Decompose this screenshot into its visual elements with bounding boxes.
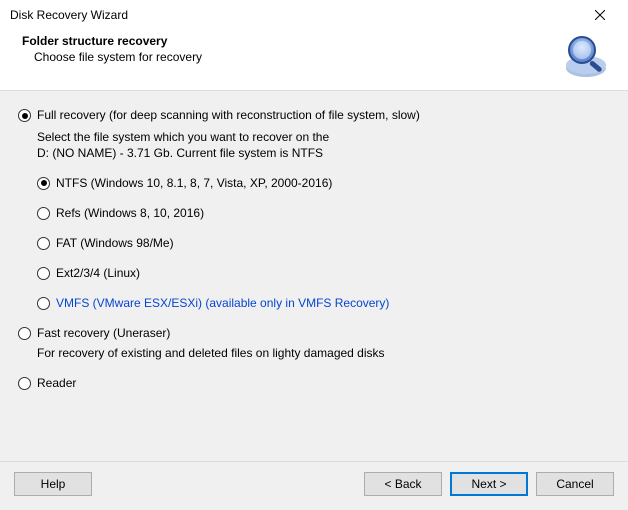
header-subtitle: Choose file system for recovery — [34, 50, 562, 64]
content-area: Full recovery (for deep scanning with re… — [0, 91, 628, 461]
wizard-header: Folder structure recovery Choose file sy… — [0, 30, 628, 90]
fs-fat-label: FAT (Windows 98/Me) — [56, 235, 174, 251]
filesystem-group: NTFS (Windows 10, 8.1, 8, 7, Vista, XP, … — [37, 175, 610, 311]
wizard-window: Disk Recovery Wizard Folder structure re… — [0, 0, 628, 510]
radio-icon — [18, 377, 31, 390]
radio-icon — [37, 297, 50, 310]
close-icon — [595, 10, 605, 20]
radio-icon — [18, 109, 31, 122]
next-button[interactable]: Next > — [450, 472, 528, 496]
fs-option-ext[interactable]: Ext2/3/4 (Linux) — [37, 265, 610, 281]
full-recovery-desc: Select the file system which you want to… — [37, 129, 610, 161]
option-fast-label: Fast recovery (Uneraser) — [37, 325, 170, 341]
radio-icon — [18, 327, 31, 340]
option-full-label: Full recovery (for deep scanning with re… — [37, 107, 420, 123]
fs-option-ntfs[interactable]: NTFS (Windows 10, 8.1, 8, 7, Vista, XP, … — [37, 175, 610, 191]
radio-icon — [37, 207, 50, 220]
full-desc-line1: Select the file system which you want to… — [37, 129, 610, 145]
magnifier-disk-icon — [562, 32, 610, 80]
back-button[interactable]: < Back — [364, 472, 442, 496]
option-full-recovery[interactable]: Full recovery (for deep scanning with re… — [18, 107, 610, 123]
fast-recovery-desc: For recovery of existing and deleted fil… — [37, 345, 610, 361]
full-desc-line2: D: (NO NAME) - 3.71 Gb. Current file sys… — [37, 145, 610, 161]
fs-ext-label: Ext2/3/4 (Linux) — [56, 265, 140, 281]
window-title: Disk Recovery Wizard — [10, 8, 580, 22]
help-button[interactable]: Help — [14, 472, 92, 496]
cancel-button[interactable]: Cancel — [536, 472, 614, 496]
option-fast-recovery[interactable]: Fast recovery (Uneraser) — [18, 325, 610, 341]
option-reader[interactable]: Reader — [18, 375, 610, 391]
close-button[interactable] — [580, 1, 620, 29]
fs-option-fat[interactable]: FAT (Windows 98/Me) — [37, 235, 610, 251]
radio-icon — [37, 267, 50, 280]
option-reader-label: Reader — [37, 375, 76, 391]
header-title: Folder structure recovery — [22, 34, 562, 48]
fs-ntfs-label: NTFS (Windows 10, 8.1, 8, 7, Vista, XP, … — [56, 175, 332, 191]
fs-option-refs[interactable]: Refs (Windows 8, 10, 2016) — [37, 205, 610, 221]
radio-icon — [37, 237, 50, 250]
radio-icon — [37, 177, 50, 190]
header-text: Folder structure recovery Choose file sy… — [22, 34, 562, 64]
titlebar: Disk Recovery Wizard — [0, 0, 628, 30]
fs-refs-label: Refs (Windows 8, 10, 2016) — [56, 205, 204, 221]
footer: Help < Back Next > Cancel — [0, 461, 628, 510]
fs-vmfs-label: VMFS (VMware ESX/ESXi) (available only i… — [56, 295, 389, 311]
fs-option-vmfs[interactable]: VMFS (VMware ESX/ESXi) (available only i… — [37, 295, 610, 311]
